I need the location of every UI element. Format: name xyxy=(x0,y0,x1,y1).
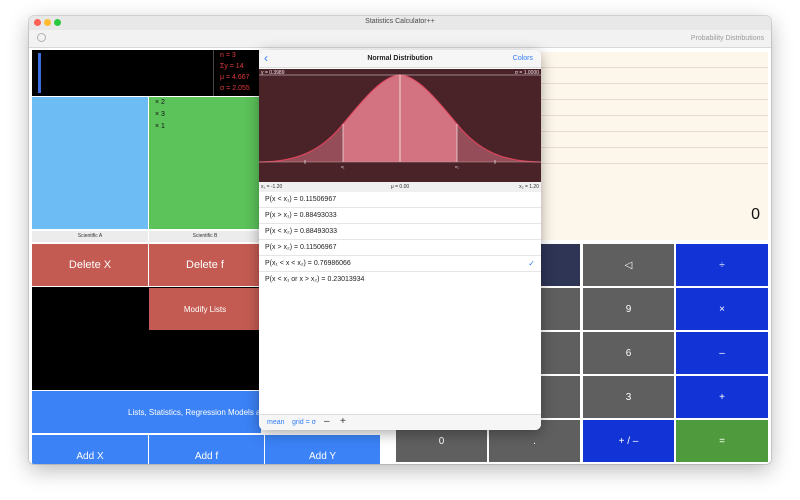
calc-key-hidden[interactable] xyxy=(540,376,580,418)
probability-text: P(x < x₁) = 0.11506967 xyxy=(265,196,337,203)
backspace-key[interactable]: ◁ xyxy=(583,244,674,286)
distribution-curve xyxy=(259,74,541,164)
plus-key[interactable]: + xyxy=(676,376,768,418)
y-peak-label: y = 0.3989 xyxy=(261,70,285,76)
list-f-item: × 2 xyxy=(155,99,165,106)
probability-row[interactable]: P(x > x₁) = 0.88493033 xyxy=(259,208,541,224)
probability-row[interactable]: P(x > x₂) = 0.11506967 xyxy=(259,240,541,256)
modify-lists-button[interactable]: Modify Lists xyxy=(149,288,261,330)
calc-key-hidden[interactable] xyxy=(540,244,580,286)
colors-button[interactable]: Colors xyxy=(513,55,533,62)
tab-scientific-b[interactable]: Scientific B xyxy=(149,231,261,242)
equals-key[interactable]: = xyxy=(676,420,768,462)
popover-header: ‹ Normal Distribution Colors xyxy=(259,50,541,68)
app-window: Statistics Calculator++ Probability Dist… xyxy=(29,16,771,464)
stats-panel: n = 3 Σy = 14 μ = 4.667 σ = 2.055 xyxy=(32,50,259,96)
mu-value: μ = 0.00 xyxy=(390,184,410,190)
toolbar-section-label[interactable]: Probability Distributions xyxy=(691,35,764,42)
display-line xyxy=(540,131,768,132)
zoom-out-button[interactable]: – xyxy=(324,416,330,427)
checkmark-icon: ✓ xyxy=(528,259,535,268)
stat-sum: Σy = 14 xyxy=(220,63,244,70)
window-title: Statistics Calculator++ xyxy=(365,18,435,25)
six-key[interactable]: 6 xyxy=(583,332,674,374)
probability-text: P(x > x₂) = 0.11506967 xyxy=(265,244,337,251)
tab-scientific-a[interactable]: Scientific A xyxy=(32,231,148,242)
list-cursor xyxy=(38,53,41,93)
x2-tick-label: x₂ xyxy=(455,164,459,169)
distribution-plot[interactable]: y = 0.3989 σ = 1.0000 x₁ x₂ xyxy=(259,69,541,182)
main-content: n = 3 Σy = 14 μ = 4.667 σ = 2.055 × 2 × … xyxy=(29,48,771,464)
list-x-column[interactable] xyxy=(32,97,148,229)
probability-row[interactable]: P(x < x₁ or x > x₂) = 0.23013934 xyxy=(259,272,541,287)
display-area xyxy=(540,52,768,194)
nine-key[interactable]: 9 xyxy=(583,288,674,330)
add-x-button[interactable]: Add X xyxy=(32,435,148,464)
axis-values-strip: x₁ = -1.20 μ = 0.00 x₂ = 1.20 xyxy=(259,182,541,192)
display-line xyxy=(540,115,768,116)
probability-text: P(x > x₁) = 0.88493033 xyxy=(265,212,337,219)
probability-text: P(x < x₂) = 0.88493033 xyxy=(265,228,337,235)
probability-row[interactable]: P(x < x₂) = 0.88493033 xyxy=(259,224,541,240)
probability-row[interactable]: P(x < x₁) = 0.11506967 xyxy=(259,192,541,208)
display-line xyxy=(540,99,768,100)
delete-x-button[interactable]: Delete X xyxy=(32,244,148,286)
minus-key[interactable]: – xyxy=(676,332,768,374)
list-f-item: × 1 xyxy=(155,123,165,130)
calc-key-hidden[interactable] xyxy=(540,288,580,330)
divide-key[interactable]: ÷ xyxy=(676,244,768,286)
popover-title: Normal Distribution xyxy=(367,55,433,62)
sign-key[interactable]: + / – xyxy=(583,420,674,462)
mean-button[interactable]: mean xyxy=(267,419,285,426)
add-y-button[interactable]: Add Y xyxy=(265,435,380,464)
stat-n: n = 3 xyxy=(220,52,236,59)
calc-key-hidden[interactable] xyxy=(540,332,580,374)
three-key[interactable]: 3 xyxy=(583,376,674,418)
list-f-column[interactable]: × 2 × 3 × 1 xyxy=(149,97,261,229)
stat-sigma: σ = 2.055 xyxy=(220,85,250,92)
grid-button[interactable]: grid = σ xyxy=(292,419,316,426)
title-bar: Statistics Calculator++ xyxy=(29,16,771,30)
x2-value: x₂ = 1.20 xyxy=(519,184,539,190)
probability-list: P(x < x₁) = 0.11506967 P(x > x₁) = 0.884… xyxy=(259,192,541,287)
display-line xyxy=(540,163,768,164)
add-f-button[interactable]: Add f xyxy=(149,435,264,464)
popover-footer: mean grid = σ – + xyxy=(259,414,541,430)
probability-row[interactable]: P(x₁ < x < x₂) = 0.76986066 ✓ xyxy=(259,256,541,272)
x1-tick-label: x₁ xyxy=(341,164,345,169)
stat-mean: μ = 4.667 xyxy=(220,74,250,81)
info-icon[interactable] xyxy=(37,33,46,42)
display-line xyxy=(540,83,768,84)
probability-text: P(x₁ < x < x₂) = 0.76986066 xyxy=(265,260,351,267)
normal-distribution-popover: ‹ Normal Distribution Colors y = 0.3989 … xyxy=(259,50,541,430)
delete-f-button[interactable]: Delete f xyxy=(149,244,261,286)
display-line xyxy=(540,67,768,68)
calc-display-value: 0 xyxy=(751,206,760,223)
sigma-label: σ = 1.0000 xyxy=(514,70,539,76)
multiply-key[interactable]: × xyxy=(676,288,768,330)
calc-display: 0 xyxy=(540,194,768,240)
zoom-in-button[interactable]: + xyxy=(340,416,346,427)
display-line xyxy=(540,147,768,148)
toolbar: Probability Distributions xyxy=(29,30,771,48)
list-f-item: × 3 xyxy=(155,111,165,118)
probability-text: P(x < x₁ or x > x₂) = 0.23013934 xyxy=(265,276,365,283)
lists-statistics-button[interactable]: Lists, Statistics, Regression Models and xyxy=(32,391,261,433)
stats-divider xyxy=(213,50,214,96)
